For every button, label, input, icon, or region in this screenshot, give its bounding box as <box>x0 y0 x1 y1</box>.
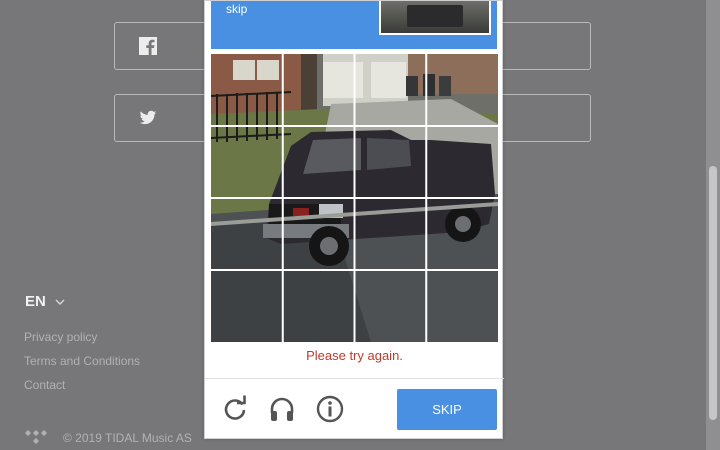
grid-tile[interactable] <box>355 126 425 196</box>
image-grid <box>211 54 498 342</box>
error-message: Please try again. <box>306 348 403 363</box>
audio-icon[interactable] <box>267 394 297 424</box>
grid-tile[interactable] <box>427 270 497 340</box>
grid-tile[interactable] <box>211 198 281 268</box>
grid-tile[interactable] <box>355 270 425 340</box>
page-scrollbar[interactable] <box>706 0 720 450</box>
grid-tile[interactable] <box>283 270 353 340</box>
language-label: EN <box>25 293 46 310</box>
copyright-text: © 2019 TIDAL Music AS <box>63 431 192 445</box>
skip-button[interactable]: SKIP <box>397 389 497 430</box>
captcha-header: skip <box>211 1 497 49</box>
chevron-down-icon <box>55 299 65 305</box>
grid-tile[interactable] <box>283 198 353 268</box>
facebook-icon <box>139 37 157 55</box>
captcha-challenge: skip Please try again. SKIP <box>204 0 504 439</box>
info-icon[interactable] <box>315 394 345 424</box>
twitter-icon <box>139 110 157 125</box>
tidal-logo-icon <box>25 430 47 444</box>
grid-tile[interactable] <box>427 54 497 124</box>
grid-tile[interactable] <box>427 126 497 196</box>
grid-tile[interactable] <box>211 54 281 124</box>
grid-tile[interactable] <box>283 54 353 124</box>
language-selector[interactable]: EN <box>25 293 66 310</box>
grid-tile[interactable] <box>211 126 281 196</box>
sample-image <box>379 1 491 35</box>
footer-divider <box>205 378 504 379</box>
reload-icon[interactable] <box>220 394 250 424</box>
grid-tile[interactable] <box>283 126 353 196</box>
grid-tile[interactable] <box>427 198 497 268</box>
privacy-policy-link[interactable]: Privacy policy <box>24 330 97 344</box>
terms-link[interactable]: Terms and Conditions <box>24 354 140 368</box>
grid-tile[interactable] <box>355 54 425 124</box>
captcha-instruction: skip <box>226 2 248 16</box>
grid-tile[interactable] <box>355 198 425 268</box>
contact-link[interactable]: Contact <box>24 378 65 392</box>
scrollbar-thumb[interactable] <box>709 166 717 420</box>
grid-tile[interactable] <box>211 270 281 340</box>
